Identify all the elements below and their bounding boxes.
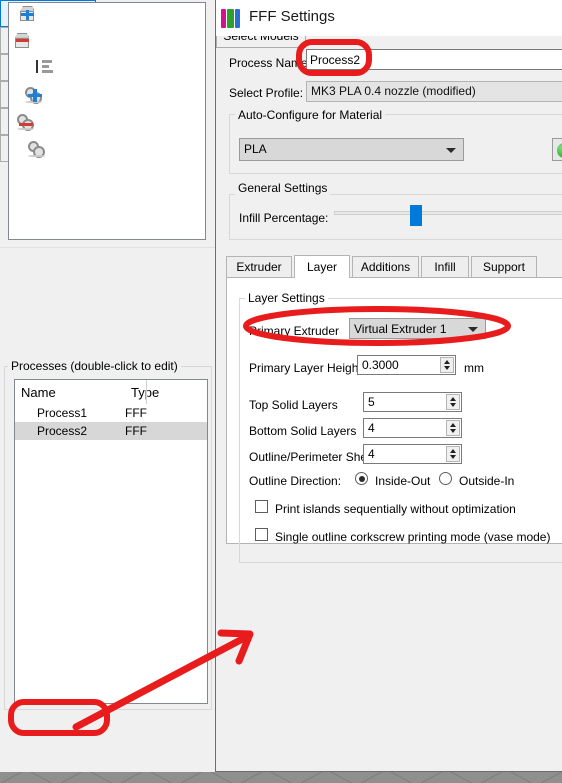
material-apply-button[interactable] (552, 138, 562, 161)
processes-group-label: Processes (double-click to edit) (8, 359, 181, 373)
top-solid-layers-stepper[interactable]: 5 (363, 392, 462, 412)
green-circle-icon (557, 143, 562, 158)
table-header: Name Type (15, 380, 207, 404)
primary-layer-height-stepper[interactable]: 0.3000 (357, 355, 456, 375)
tab-additions[interactable]: Additions (352, 256, 419, 277)
slider-track (334, 211, 562, 215)
tab-layer[interactable]: Layer (294, 255, 350, 278)
radio-inside-out[interactable] (355, 472, 368, 485)
settings-tabs-container: Extruder Layer Additions Infill Support … (226, 255, 562, 563)
select-profile-label: Select Profile: (229, 86, 304, 100)
stepper-buttons[interactable] (446, 420, 460, 436)
gears-icon (27, 140, 47, 158)
infill-percentage-slider[interactable] (334, 205, 562, 226)
row-type: FFF (125, 406, 147, 420)
table-row[interactable]: Process2 FFF (15, 422, 207, 440)
dialog-title: FFF Settings (249, 8, 335, 25)
left-panel: Import Remove Center and Arrange Process… (0, 0, 216, 772)
chevron-down-icon (468, 327, 478, 332)
stepper-buttons[interactable] (446, 446, 460, 462)
stepper-buttons[interactable] (446, 394, 460, 410)
outline-shells-stepper[interactable]: 4 (363, 444, 462, 464)
outline-direction-label: Outline Direction: (249, 474, 342, 488)
select-profile-value[interactable]: MK3 PLA 0.4 nozzle (modified) (306, 81, 562, 102)
radio-outside-in-label: Outside-In (459, 474, 515, 488)
material-group-label: Auto-Configure for Material (235, 108, 386, 122)
model-list[interactable] (8, 2, 206, 240)
material-select-value: PLA (244, 142, 267, 156)
tab-support-label: Support (482, 260, 526, 274)
primary-extruder-select[interactable]: Virtual Extruder 1 (349, 318, 486, 339)
tab-infill-label: Infill (434, 260, 456, 274)
layer-settings-group-label: Layer Settings (245, 291, 328, 305)
gear-minus-icon (16, 113, 36, 131)
row-name: Process1 (37, 406, 88, 420)
top-solid-layers-value: 5 (368, 395, 375, 409)
stepper-buttons[interactable] (440, 357, 454, 373)
bottom-solid-layers-stepper[interactable]: 4 (363, 418, 462, 438)
tab-bar: Extruder Layer Additions Infill Support (226, 255, 562, 278)
slider-thumb[interactable] (410, 205, 422, 226)
primary-extruder-label: Primary Extruder (249, 324, 340, 338)
column-separator (146, 380, 147, 404)
tab-layer-label: Layer (306, 260, 338, 274)
primary-layer-height-value: 0.3000 (362, 358, 399, 372)
column-header-type: Type (125, 385, 201, 400)
primary-layer-height-label: Primary Layer Height (249, 361, 362, 375)
gear-plus-icon (24, 86, 44, 104)
radio-inside-out-label: Inside-Out (375, 474, 431, 488)
table-row[interactable]: Process1 FFF (15, 404, 207, 422)
radio-outside-in[interactable] (439, 472, 452, 485)
arrange-icon (35, 60, 53, 75)
process-table[interactable]: Name Type Process1 FFF Process2 FFF (14, 379, 208, 704)
print-islands-label: Print islands sequentially without optim… (275, 502, 516, 516)
row-type: FFF (125, 424, 147, 438)
material-select[interactable]: PLA (239, 138, 464, 161)
primary-extruder-value: Virtual Extruder 1 (354, 322, 447, 336)
checkbox-vase-mode[interactable] (255, 528, 268, 541)
vase-mode-label: Single outline corkscrew printing mode (… (275, 530, 551, 544)
fff-settings-dialog: FFF Settings Process Name Select Profile… (215, 0, 562, 772)
tab-additions-label: Additions (360, 260, 411, 274)
outline-shells-value: 4 (368, 447, 375, 461)
infill-percentage-label: Infill Percentage: (239, 211, 329, 225)
layer-tab-panel: Layer Settings Primary Extruder Virtual … (226, 277, 562, 563)
column-header-name: Name (21, 384, 56, 400)
tab-infill[interactable]: Infill (421, 256, 469, 277)
tab-extruder-label: Extruder (236, 260, 282, 274)
bottom-solid-layers-label: Bottom Solid Layers (249, 424, 357, 438)
row-name: Process2 (37, 424, 88, 438)
tab-extruder[interactable]: Extruder (226, 256, 292, 277)
outline-shells-label: Outline/Perimeter Shells (249, 450, 379, 464)
cube-plus-icon (19, 5, 36, 22)
chevron-down-icon (446, 148, 456, 153)
general-settings-group-label: General Settings (235, 181, 331, 195)
process-name-label: Process Name (229, 56, 308, 70)
bottom-solid-layers-value: 4 (368, 421, 375, 435)
primary-layer-height-unit: mm (464, 361, 484, 375)
checkbox-print-islands[interactable] (255, 500, 268, 513)
simplify3d-logo-icon (221, 9, 243, 28)
cube-minus-icon (14, 32, 31, 49)
process-name-input[interactable] (306, 49, 562, 70)
dialog-titlebar: FFF Settings (216, 0, 562, 36)
top-solid-layers-label: Top Solid Layers (249, 398, 338, 412)
panel-divider (0, 247, 216, 248)
tab-support[interactable]: Support (471, 256, 537, 277)
